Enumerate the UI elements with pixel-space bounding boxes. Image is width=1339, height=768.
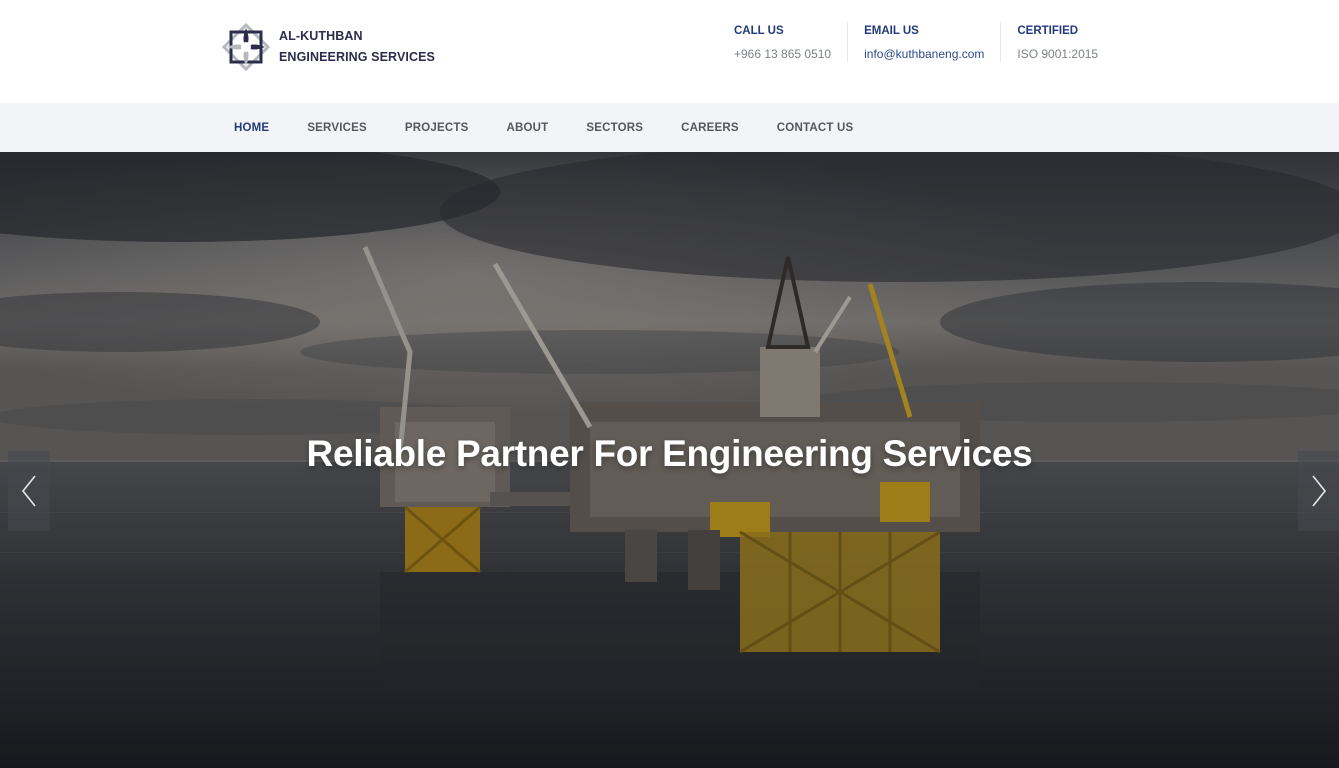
contact-strip: CALL US +966 13 865 0510 EMAIL US info@k… [734,22,1114,62]
hero-slider: Reliable Partner For Engineering Service… [0,152,1339,768]
contact-phone-value[interactable]: +966 13 865 0510 [734,46,831,62]
contact-certified: CERTIFIED ISO 9001:2015 [1000,22,1114,62]
nav-item-sectors[interactable]: SECTORS [586,122,643,134]
site-header: AL-KUTHBAN ENGINEERING SERVICES CALL US … [0,0,1339,103]
contact-email-title: EMAIL US [864,25,919,37]
nav-item-services[interactable]: SERVICES [307,122,367,134]
main-nav: HOME SERVICES PROJECTS ABOUT SECTORS CAR… [0,103,1339,152]
contact-email: EMAIL US info@kuthbaneng.com [847,22,1000,62]
nav-item-contact-us[interactable]: CONTACT US [777,122,854,134]
contact-email-link[interactable]: info@kuthbaneng.com [864,46,984,62]
nav-list: HOME SERVICES PROJECTS ABOUT SECTORS CAR… [234,103,891,152]
star-logo-icon [221,22,271,72]
brand-line-2: ENGINEERING SERVICES [279,50,435,64]
nav-item-about[interactable]: ABOUT [506,122,548,134]
slider-prev-button[interactable] [8,451,50,531]
slider-next-button[interactable] [1298,451,1339,531]
brand-line-1: AL-KUTHBAN [279,29,363,43]
nav-item-home[interactable]: HOME [234,122,269,134]
site-logo[interactable]: AL-KUTHBAN ENGINEERING SERVICES [221,22,435,72]
brand-name: AL-KUTHBAN ENGINEERING SERVICES [279,26,435,68]
nav-item-careers[interactable]: CAREERS [681,122,739,134]
hero-title: Reliable Partner For Engineering Service… [306,433,1033,474]
chevron-left-icon [21,475,36,507]
contact-certified-title: CERTIFIED [1017,25,1079,37]
chevron-right-icon [1312,475,1327,507]
contact-phone: CALL US +966 13 865 0510 [734,22,847,62]
contact-certified-value: ISO 9001:2015 [1017,47,1099,61]
contact-phone-title: CALL US [734,25,784,37]
nav-item-projects[interactable]: PROJECTS [405,122,469,134]
